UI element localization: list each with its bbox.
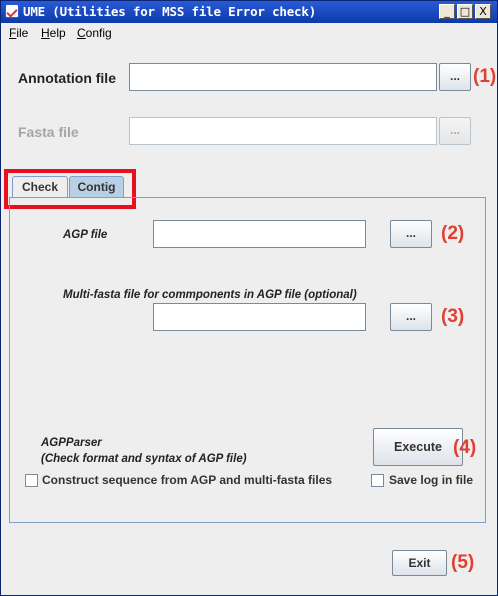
title-bar[interactable]: UME (Utilities for MSS file Error check)…	[1, 1, 497, 23]
agp-file-input[interactable]	[153, 220, 366, 248]
agpparser-title: AGPParser	[41, 437, 102, 449]
window-title: UME (Utilities for MSS file Error check)	[23, 4, 317, 19]
java-app-icon	[5, 4, 19, 18]
menu-file[interactable]: File	[9, 26, 28, 40]
marker-3: (3)	[441, 306, 465, 327]
multifasta-label: Multi-fasta file for commponents in AGP …	[63, 289, 357, 301]
marker-4: (4)	[453, 437, 477, 458]
multifasta-input[interactable]	[153, 303, 366, 331]
close-button[interactable]: X	[475, 4, 491, 19]
execute-button[interactable]: Execute	[373, 428, 463, 466]
agp-file-label: AGP file	[63, 229, 108, 241]
maximize-button[interactable]: □	[457, 4, 473, 19]
annotation-file-label: Annotation file	[18, 70, 116, 86]
annotation-browse-button[interactable]: ...	[439, 63, 471, 91]
menu-help[interactable]: Help	[41, 26, 66, 40]
marker-2: (2)	[441, 223, 465, 244]
save-log-checkbox[interactable]	[371, 474, 384, 487]
construct-sequence-label: Construct sequence from AGP and multi-fa…	[42, 473, 333, 487]
fasta-file-input[interactable]	[129, 117, 437, 145]
fasta-file-label: Fasta file	[18, 124, 79, 140]
agp-browse-button[interactable]: ...	[390, 220, 432, 248]
app-window: UME (Utilities for MSS file Error check)…	[0, 0, 498, 596]
exit-button[interactable]: Exit	[392, 550, 447, 576]
menu-config[interactable]: Config	[77, 26, 112, 40]
construct-sequence-checkbox[interactable]	[25, 474, 38, 487]
annotation-file-input[interactable]	[129, 63, 437, 91]
marker-5: (5)	[451, 552, 475, 573]
agpparser-description: (Check format and syntax of AGP file)	[41, 453, 247, 465]
save-log-label: Save log in file	[389, 473, 474, 487]
marker-1: (1)	[473, 66, 497, 87]
minimize-button[interactable]: _	[439, 4, 455, 19]
menu-bar: File Help Config	[1, 23, 497, 43]
multifasta-browse-button[interactable]: ...	[390, 303, 432, 331]
fasta-browse-button[interactable]: ...	[439, 117, 471, 145]
